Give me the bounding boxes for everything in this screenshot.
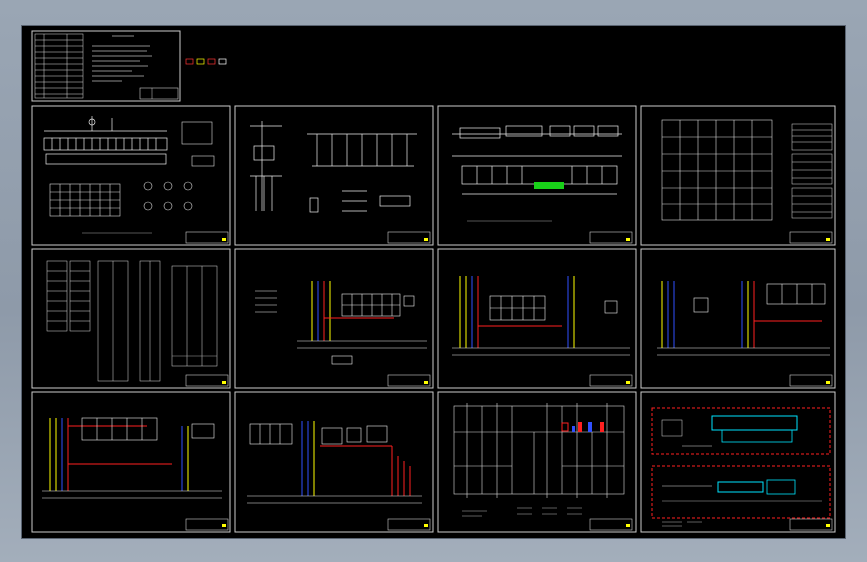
drawing-set-viewport[interactable] (22, 26, 845, 538)
legend-symbols (185, 58, 227, 65)
sheet-10[interactable] (234, 391, 434, 533)
sheet-8[interactable] (640, 248, 836, 389)
sheet-11[interactable] (437, 391, 637, 533)
sheet-7[interactable] (437, 248, 637, 389)
sheet-cover[interactable] (31, 30, 227, 102)
sheet-9[interactable] (31, 391, 231, 533)
sheet-2[interactable] (234, 105, 434, 246)
sheet-1[interactable] (31, 105, 231, 246)
sheet-4[interactable] (640, 105, 836, 246)
highlight-bus (534, 182, 564, 189)
cad-model-space[interactable] (21, 25, 846, 539)
sheet-6[interactable] (234, 248, 434, 389)
sheet-5[interactable] (31, 248, 231, 389)
sheet-12[interactable] (640, 391, 836, 533)
sheet-3[interactable] (437, 105, 637, 246)
